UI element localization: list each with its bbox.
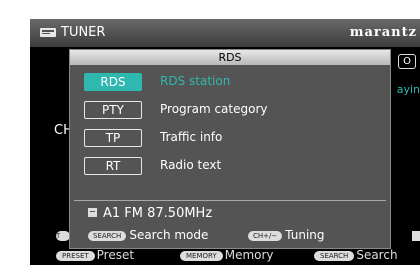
- hint-search-mode: SEARCH Search mode: [88, 228, 208, 242]
- memory-label: Memory: [224, 248, 274, 262]
- source-label: TUNER: [61, 25, 106, 40]
- option-tag: RDS: [84, 73, 142, 91]
- hint-label: Tuning: [285, 228, 325, 242]
- background-right-bar: [412, 231, 420, 241]
- ch-key-icon: CH+/−: [248, 231, 283, 241]
- memory-button[interactable]: MEMORY Memory: [180, 248, 274, 262]
- preset-label: Preset: [96, 248, 135, 262]
- option-label: Traffic info: [160, 130, 223, 144]
- background-right-box: O: [398, 54, 416, 69]
- preset-button[interactable]: PRESET Preset: [56, 248, 134, 262]
- dialog-title: RDS: [70, 50, 390, 65]
- background-left-pill: T: [56, 231, 70, 241]
- memory-key-icon: MEMORY: [180, 251, 223, 261]
- search-button[interactable]: SEARCH Search: [314, 248, 398, 262]
- station-info: A1 FM 87.50MHz: [88, 206, 212, 221]
- hint-label: Search mode: [129, 228, 209, 242]
- search-label: Search: [356, 248, 398, 262]
- rds-dialog: RDS RDS RDS station PTY Program category…: [69, 49, 391, 249]
- dialog-divider: [74, 200, 386, 201]
- station-icon: [88, 208, 97, 217]
- option-label: Program category: [160, 102, 268, 116]
- search-key-icon: SEARCH: [88, 231, 127, 241]
- option-label: RDS station: [160, 74, 231, 88]
- option-tag: PTY: [84, 101, 142, 119]
- option-tag: RT: [84, 157, 142, 175]
- background-right-text: ayin: [396, 83, 420, 96]
- preset-key-icon: PRESET: [56, 251, 95, 261]
- hint-tuning: CH+/− Tuning: [248, 228, 325, 242]
- brand-logo: marantz: [349, 25, 417, 40]
- search-key-icon: SEARCH: [314, 251, 355, 261]
- station-text: A1 FM 87.50MHz: [103, 206, 213, 221]
- option-label: Radio text: [160, 158, 222, 172]
- bottom-button-bar: PRESET Preset MEMORY Memory SEARCH Search: [30, 247, 420, 265]
- top-bar: TUNER marantz: [30, 19, 420, 47]
- osd-screen: TUNER marantz CH O ayin T PRESET Preset M…: [30, 19, 420, 265]
- option-tag: TP: [84, 129, 142, 147]
- tuner-icon: [40, 28, 56, 37]
